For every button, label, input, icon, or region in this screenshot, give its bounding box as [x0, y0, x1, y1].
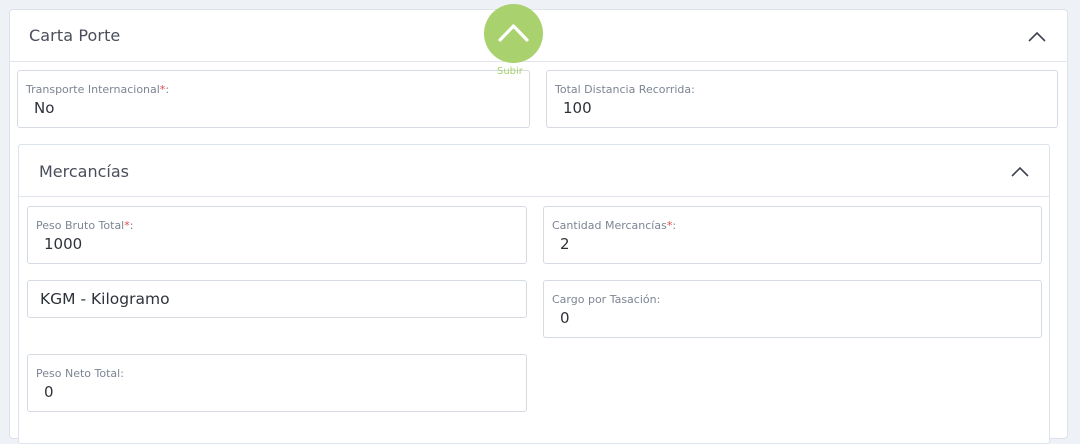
mercancias-title: Mercancías: [39, 162, 129, 181]
transporte-internacional-field[interactable]: Transporte Internacional*: No: [17, 70, 530, 128]
unidad-peso-value: KGM - Kilogramo: [40, 290, 170, 308]
peso-bruto-total-label: Peso Bruto Total*:: [36, 219, 134, 232]
cantidad-mercancias-value: 2: [560, 235, 570, 253]
scroll-top-button[interactable]: [484, 4, 543, 63]
cargo-por-tasacion-label: Cargo por Tasación:: [552, 293, 661, 306]
chevron-up-icon: [498, 24, 529, 42]
mercancias-panel: Mercancías Peso Bruto Total*: 1000 Canti…: [18, 144, 1050, 444]
cargo-por-tasacion-value: 0: [560, 309, 570, 327]
total-distancia-label: Total Distancia Recorrida:: [555, 83, 695, 96]
peso-bruto-total-value: 1000: [44, 235, 83, 253]
carta-porte-title: Carta Porte: [29, 26, 121, 45]
mercancias-header[interactable]: Mercancías: [19, 145, 1049, 197]
cantidad-mercancias-field[interactable]: Cantidad Mercancías*: 2: [543, 206, 1042, 264]
total-distancia-field[interactable]: Total Distancia Recorrida: 100: [546, 70, 1058, 128]
unidad-peso-select[interactable]: KGM - Kilogramo: [27, 280, 527, 318]
cargo-por-tasacion-field[interactable]: Cargo por Tasación: 0: [543, 280, 1042, 338]
total-distancia-value: 100: [563, 99, 592, 117]
carta-porte-panel: Carta Porte Transporte Internacional*: N…: [9, 9, 1068, 444]
transporte-internacional-label: Transporte Internacional*:: [26, 83, 170, 96]
cantidad-mercancias-label: Cantidad Mercancías*:: [552, 219, 677, 232]
peso-neto-total-label: Peso Neto Total:: [36, 367, 124, 380]
peso-neto-total-field[interactable]: Peso Neto Total: 0: [27, 354, 527, 412]
scroll-top-label: Subir: [497, 66, 523, 77]
peso-bruto-total-field[interactable]: Peso Bruto Total*: 1000: [27, 206, 527, 264]
transporte-internacional-value: No: [34, 99, 55, 117]
collapse-chevron-up-icon[interactable]: [1027, 31, 1047, 43]
peso-neto-total-value: 0: [44, 383, 54, 401]
collapse-chevron-up-icon[interactable]: [1010, 166, 1030, 178]
